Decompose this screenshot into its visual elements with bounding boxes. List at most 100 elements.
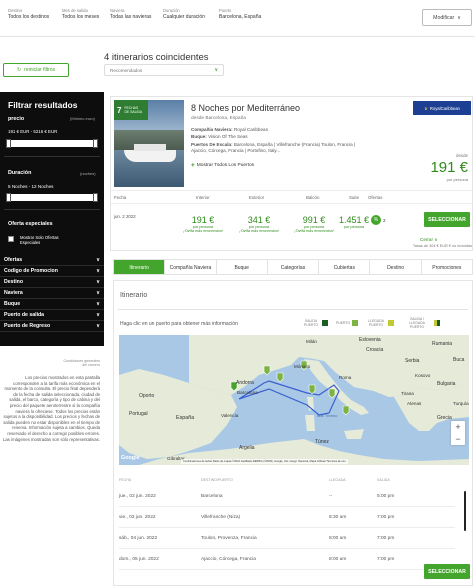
detail-tabs: Itinerario Compañía Naviera Buque Catego… xyxy=(113,259,473,275)
ship-deck-shape xyxy=(134,144,166,151)
legend-swatch xyxy=(322,320,328,326)
tab-itinerario[interactable]: Itinerario xyxy=(114,260,165,274)
menu-departure-port[interactable]: Puerto de salida ∨ xyxy=(0,310,104,321)
menu-destino[interactable]: Destino ∨ xyxy=(0,277,104,288)
fare-note: ¡Tarifa más económica! xyxy=(294,229,334,233)
chevron-down-icon: ∨ xyxy=(96,290,100,296)
slider-handle-max[interactable] xyxy=(93,139,98,148)
filter-month[interactable]: Mes de salida Todos los meses xyxy=(62,8,99,20)
route-map[interactable]: Milán Eslovenia Croacia Rumania Serbia B… xyxy=(119,335,469,465)
modify-search-button[interactable]: Modificar ∨ xyxy=(422,9,472,26)
col-header: Exterior xyxy=(249,195,265,200)
fare-exterior[interactable]: 341 € por persona ¡Tarifa más económica! xyxy=(239,215,279,233)
select-button[interactable]: SELECCIONAR xyxy=(424,212,470,227)
col-header: FECHA xyxy=(119,478,132,482)
fare-balcony[interactable]: 991 € por persona ¡Tarifa más económica! xyxy=(294,215,334,233)
filter-duration[interactable]: Duración Cualquier duración xyxy=(163,8,205,20)
fare-note: ¡Tarifa más económica! xyxy=(183,229,223,233)
fare-date: jun. 2 2022 xyxy=(114,214,136,219)
map-marker xyxy=(308,384,316,395)
filter-port[interactable]: Puerto Barcelona, España xyxy=(219,8,261,20)
map-marker xyxy=(328,388,336,399)
cruise-card: 7 FECHAS DE SALIDA 8 Noches por Mediterr… xyxy=(110,96,473,251)
map-label: Oporto xyxy=(139,393,155,399)
map-label: Rumania xyxy=(432,341,453,347)
map-label: Tirana xyxy=(401,391,414,396)
duration-range: 5 Noches - 12 Noches xyxy=(8,184,54,189)
filter-cruise-line[interactable]: Naviera Todas las navieras xyxy=(110,8,151,20)
duration-slider[interactable] xyxy=(6,193,98,202)
slider-handle-min[interactable] xyxy=(6,139,11,148)
results-count-title: 4 itinerarios coincidentes xyxy=(104,52,209,63)
filter-destino[interactable]: Destino Todos los destinos xyxy=(8,8,49,20)
zoom-out-button[interactable]: − xyxy=(451,433,465,445)
chevron-down-icon: ∨ xyxy=(457,14,461,21)
filter-value: Barcelona, España xyxy=(219,14,262,20)
zoom-in-button[interactable]: + xyxy=(451,421,465,433)
slider-handle-min[interactable] xyxy=(6,193,11,202)
price-slider[interactable] xyxy=(6,139,98,148)
map-label: Roma xyxy=(339,375,352,380)
fare-note: ¡Tarifa más económica! xyxy=(239,229,279,233)
menu-buque[interactable]: Buque ∨ xyxy=(0,299,104,310)
special-offers-label: Oferta especiales xyxy=(8,221,53,227)
zoom-controls: + − xyxy=(451,421,465,445)
search-summary-bar: Destino Todos los destinos Mes de salida… xyxy=(0,0,475,37)
fare-suite[interactable]: 1.451 € por persona xyxy=(333,215,375,229)
map-label: Buca xyxy=(453,357,465,363)
departures-badge: 7 FECHAS DE SALIDA xyxy=(114,100,148,120)
reset-icon: ↻ xyxy=(16,67,22,73)
company-label: Compañía Naviera: xyxy=(191,127,233,132)
cruise-title[interactable]: 8 Noches por Mediterráneo xyxy=(191,103,300,113)
tab-destino[interactable]: Destino xyxy=(369,260,420,274)
offers-indicator[interactable]: % 2 xyxy=(371,215,386,225)
filter-value: Todos los destinos xyxy=(8,14,50,20)
menu-promo-code[interactable]: Codigo de Promocion ∨ xyxy=(0,266,104,277)
col-header: Ofertas xyxy=(368,195,383,200)
menu-label: Puerto de Regreso xyxy=(4,323,51,329)
table-row: jue., 02 jun. 2022 Barcelona -- 5:00 pm xyxy=(119,486,455,507)
ship-photo[interactable]: 7 FECHAS DE SALIDA xyxy=(114,100,184,187)
fare-interior[interactable]: 191 € por persona ¡Tarifa más económica! xyxy=(183,215,223,233)
tab-cubiertas[interactable]: Cubiertas xyxy=(318,260,369,274)
menu-label: Codigo de Promocion xyxy=(4,268,58,274)
sort-select[interactable]: Recomendados ∨ xyxy=(104,64,224,76)
select-button-bottom[interactable]: SELECCIONAR xyxy=(424,564,470,579)
tab-naviera[interactable]: Compañía Naviera xyxy=(164,260,215,274)
col-header: LLEGADA xyxy=(329,478,346,482)
divider xyxy=(4,209,100,210)
reset-filters-button[interactable]: ↻ reiniciar filtros xyxy=(3,63,69,77)
close-link[interactable]: Cerrar ∧ xyxy=(420,237,438,243)
map-marker xyxy=(276,372,284,383)
menu-return-port[interactable]: Puerto de Regreso ∨ xyxy=(0,321,104,332)
table-scrollbar[interactable] xyxy=(464,491,466,531)
legend-item: SALIDA PUERTO xyxy=(302,317,328,329)
slider-handle-max[interactable] xyxy=(93,193,98,202)
only-offers-checkbox[interactable] xyxy=(8,236,14,242)
conditions-text: Los precios mostrados en esta pantalla c… xyxy=(3,375,100,442)
map-hint: Haga clic en un puerto para obtener más … xyxy=(120,321,238,327)
legend-label: LLEGADA PUERTO xyxy=(368,319,384,327)
sardinia-land xyxy=(305,415,315,431)
menu-naviera[interactable]: Naviera ∨ xyxy=(0,288,104,299)
row-date: sáb., 04 jun. 2022 xyxy=(119,535,158,541)
map-label: Túnez xyxy=(315,439,329,445)
menu-ofertas[interactable]: Ofertas ∨ xyxy=(0,255,104,266)
tab-promociones[interactable]: Promociones xyxy=(420,260,472,274)
fare-table-header: Fecha Interior Exterior Balcón Suite Ofe… xyxy=(111,190,472,204)
tab-buque[interactable]: Buque xyxy=(215,260,267,274)
chevron-down-icon: ∨ xyxy=(96,301,100,307)
legend-swatch xyxy=(388,320,395,326)
fare-price: 1.451 € xyxy=(338,215,370,225)
divider xyxy=(118,309,468,310)
menu-label: Ofertas xyxy=(4,257,23,263)
col-header: Interior xyxy=(196,195,210,200)
map-label: Eslovenia xyxy=(359,337,381,343)
tab-categorias[interactable]: Categorías xyxy=(266,260,318,274)
legend-item: PUERTO xyxy=(336,317,359,329)
map-label: Kosovo xyxy=(415,373,431,378)
conditions-title: Condiciones generales del crucero xyxy=(63,359,100,368)
show-all-ports-link[interactable]: + Mostrar Todos Los Puertos xyxy=(191,162,254,169)
price-range: 191 € EUR - 5216 € EUR xyxy=(8,129,58,134)
offer-tag-icon: % xyxy=(371,215,381,225)
